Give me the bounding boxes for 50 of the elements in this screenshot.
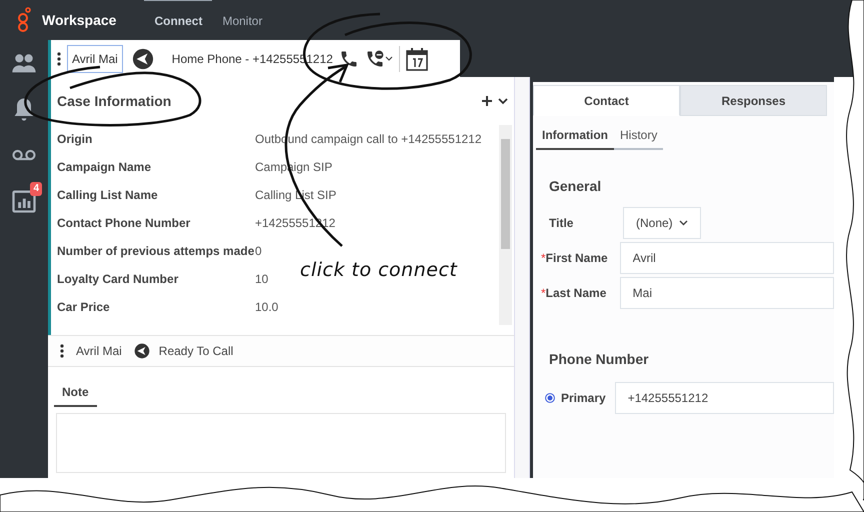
contact-name-button[interactable]: Avril Mai: [67, 44, 123, 72]
field-label: Number of previous attemps made: [57, 243, 255, 260]
field-label: Title: [549, 215, 574, 232]
outbound-call-icon[interactable]: [132, 48, 154, 70]
section-heading: Phone Number: [549, 350, 650, 369]
phone-dropdown-icon[interactable]: [364, 48, 393, 68]
chevron-down-icon: [678, 220, 688, 226]
splitter-handle[interactable]: [515, 77, 530, 478]
tab[interactable]: Responses: [680, 85, 827, 116]
party-name: Avril Mai: [76, 343, 122, 360]
field-label: First Name: [546, 250, 609, 267]
input-field[interactable]: Avril: [620, 242, 834, 274]
sub-tab[interactable]: Information: [536, 122, 614, 150]
outbound-call-icon[interactable]: [134, 343, 150, 359]
tab[interactable]: Contact: [533, 85, 680, 116]
field-value: 10: [255, 271, 268, 288]
field-label: Campaign Name: [57, 159, 152, 176]
call-status: Ready To Call: [158, 343, 234, 360]
sub-tab[interactable]: History: [614, 122, 664, 150]
note-tab[interactable]: Note: [54, 379, 97, 407]
radio-button[interactable]: [545, 393, 555, 403]
more-icon[interactable]: [60, 344, 64, 358]
field-label: Contact Phone Number: [57, 215, 192, 232]
scrollbar[interactable]: [499, 125, 512, 325]
note-field[interactable]: [56, 413, 506, 473]
input-field[interactable]: Mai: [620, 277, 834, 309]
field-label: Origin: [57, 131, 94, 148]
section-title: Case Information: [57, 92, 172, 110]
required-marker: *: [541, 285, 546, 302]
calendar-icon[interactable]: [406, 46, 428, 70]
field-label: Calling List Name: [57, 187, 159, 204]
app-title: Workspace: [42, 10, 116, 30]
input-field[interactable]: +14255551212: [614, 382, 834, 414]
field-label: Primary: [561, 390, 606, 407]
field-value: 0: [255, 243, 262, 260]
nav-tab[interactable]: Monitor: [212, 0, 272, 41]
field-value: 10.0: [255, 299, 278, 316]
section-heading: General: [549, 177, 602, 196]
phone-icon[interactable]: [338, 48, 359, 68]
notification-badge: 4: [30, 182, 42, 196]
field-label: Car Price: [57, 299, 111, 316]
more-icon[interactable]: [57, 52, 61, 66]
title-dropdown[interactable]: (None): [623, 207, 701, 239]
annotation-text: click to connect: [300, 258, 458, 283]
chevron-down-icon[interactable]: [498, 96, 508, 106]
field-label: Last Name: [546, 285, 608, 302]
logo-icon: [16, 7, 32, 33]
required-marker: *: [541, 250, 546, 267]
field-label: Loyalty Card Number: [57, 271, 180, 288]
add-icon[interactable]: [482, 96, 492, 106]
